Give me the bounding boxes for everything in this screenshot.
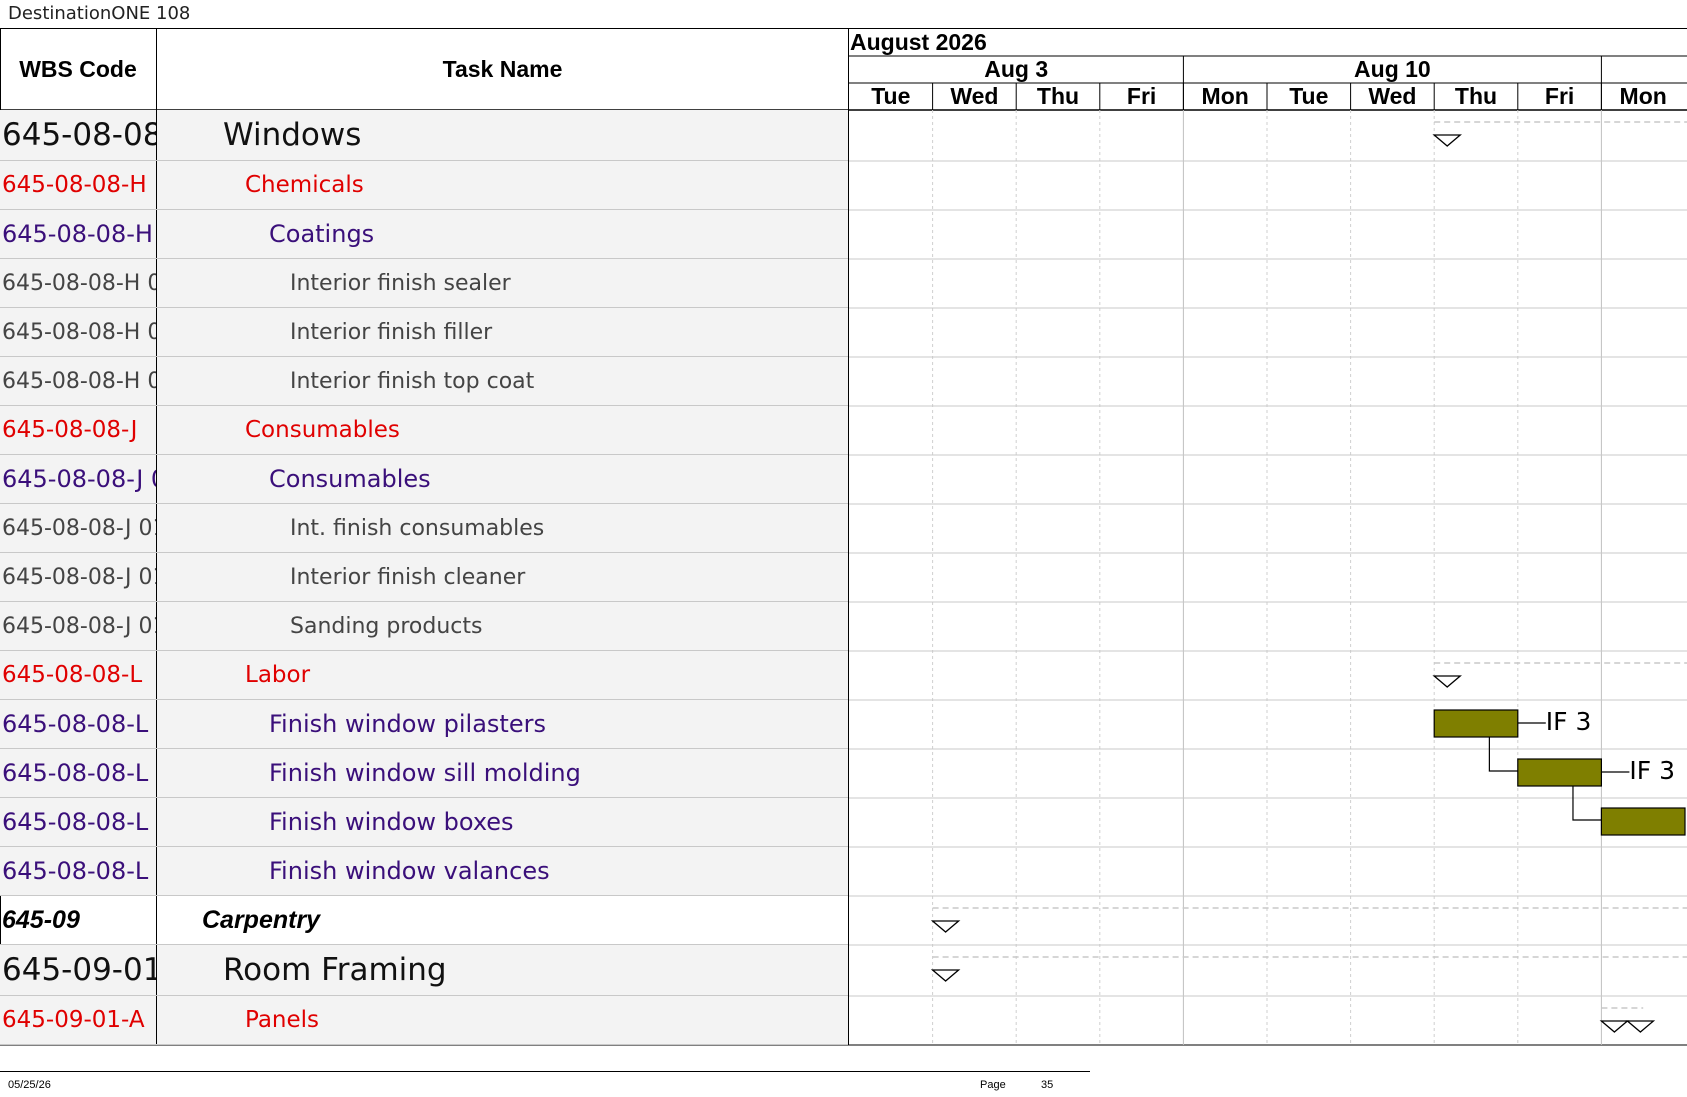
task-bar[interactable] bbox=[1517, 758, 1603, 787]
footer-date: 05/25/26 bbox=[8, 1079, 51, 1091]
task-bar[interactable] bbox=[1433, 709, 1519, 738]
footer-page-label: Page bbox=[980, 1079, 1006, 1091]
dependency-link bbox=[1572, 786, 1602, 821]
gantt-grid: WBS Code Task Name August 2026 Aug 3 Aug … bbox=[0, 28, 1687, 1062]
bar-label: IF 3 bbox=[1545, 707, 1592, 736]
summary-marker[interactable] bbox=[930, 956, 1687, 982]
summary-marker[interactable] bbox=[1599, 1007, 1656, 1033]
document-title: DestinationONE 108 bbox=[8, 3, 191, 24]
summary-marker[interactable] bbox=[1432, 121, 1687, 147]
summary-marker[interactable] bbox=[930, 907, 1687, 933]
summary-marker[interactable] bbox=[1432, 662, 1687, 688]
footer-page-number: 35 bbox=[1041, 1079, 1054, 1091]
bar-label: IF 3 bbox=[1629, 756, 1675, 785]
dependency-link bbox=[1488, 737, 1518, 772]
task-bar[interactable] bbox=[1600, 807, 1686, 836]
gantt-bars bbox=[930, 121, 1687, 1033]
footer-divider bbox=[0, 1071, 1090, 1072]
